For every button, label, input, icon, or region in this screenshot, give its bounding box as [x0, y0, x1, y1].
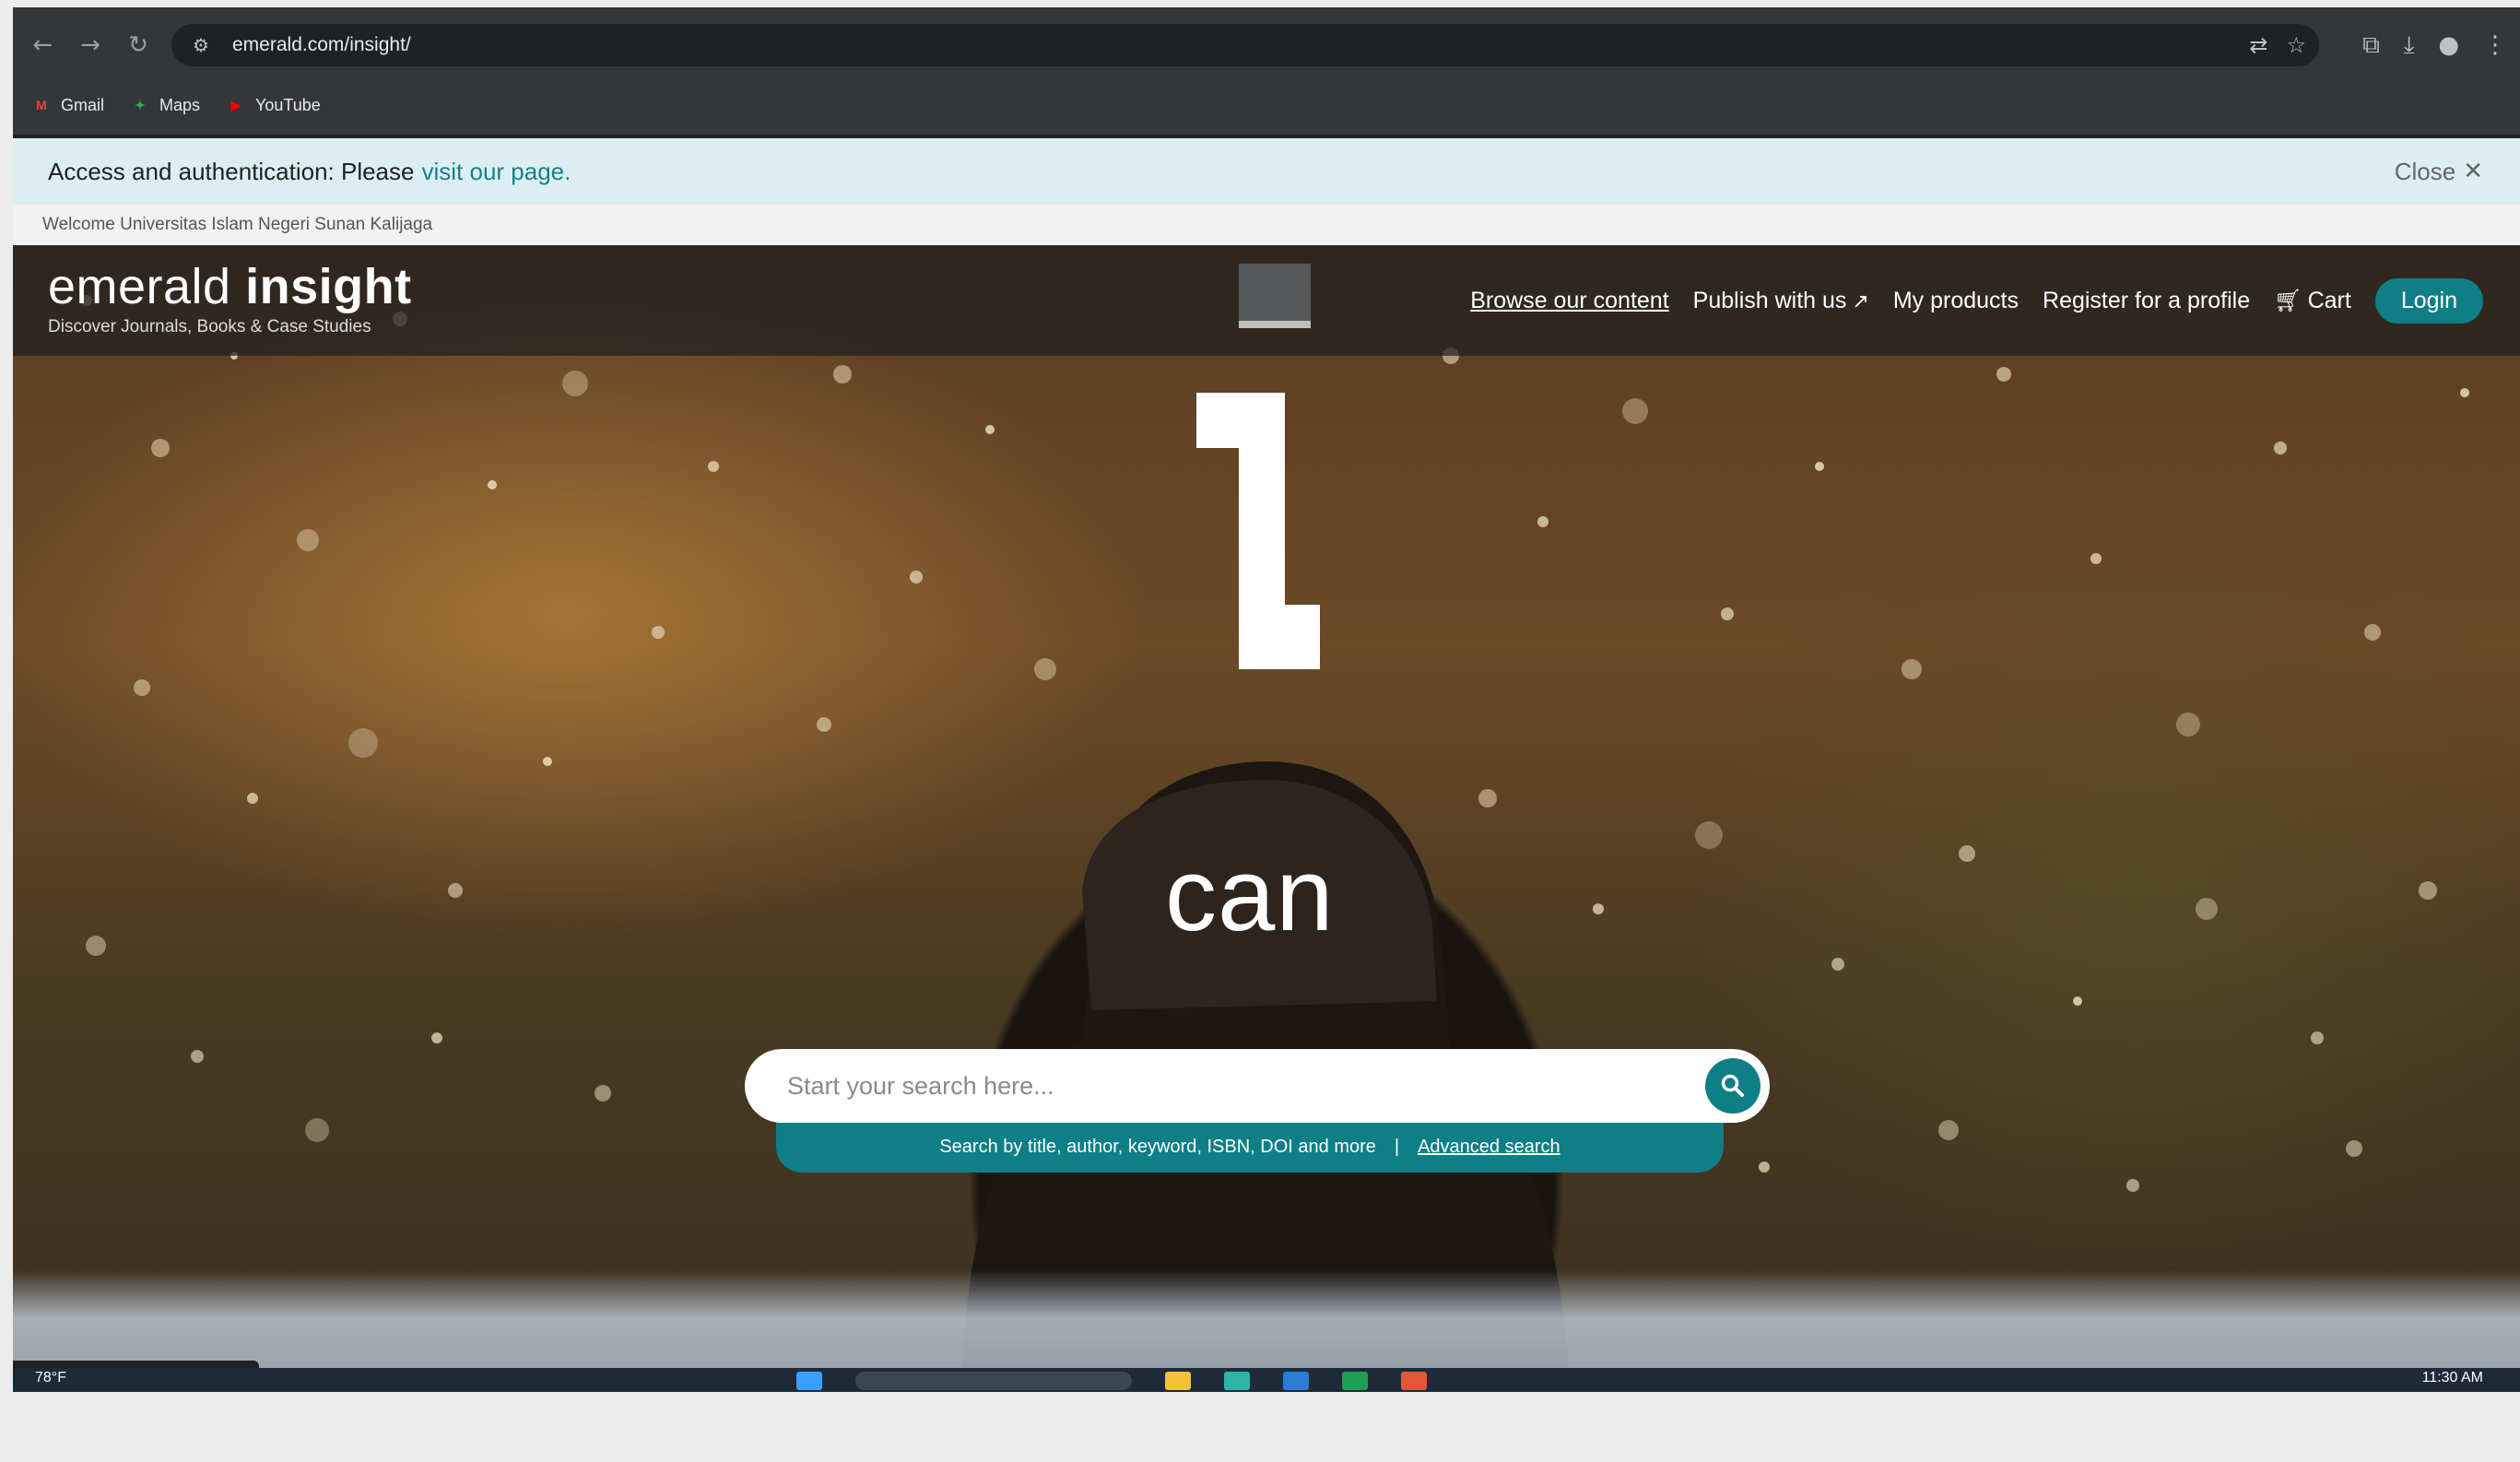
close-label: Close [2394, 157, 2456, 185]
my-products-link[interactable]: My products [1893, 288, 2019, 314]
bookmark-label: YouTube [255, 95, 321, 114]
access-banner-text: Access and authentication: Please [48, 157, 415, 185]
hero-section: emerald insight Discover Journals, Books… [13, 245, 2520, 1390]
login-button[interactable]: Login [2374, 277, 2483, 324]
search-icon [1721, 1074, 1744, 1097]
menu-kebab-icon[interactable]: ⋮ [2483, 31, 2507, 59]
bookmark-label: Maps [159, 95, 201, 114]
gmail-icon: M [36, 98, 47, 112]
taskbar-apps [796, 1372, 1427, 1390]
word-icon[interactable] [1283, 1372, 1309, 1390]
bookmark-youtube[interactable]: ▶ YouTube [226, 96, 321, 115]
browse-content-link[interactable]: Browse our content [1470, 288, 1668, 314]
search-button[interactable] [1705, 1058, 1760, 1114]
browser-toolbar: ← → ↻ ⚙ emerald.com/insight/ ⇄ ☆ ⧉ ⤓ ● ⋮ [13, 15, 2520, 76]
logo-bold-text: insight [245, 259, 412, 314]
cart-label: Cart [2307, 287, 2351, 313]
cart-link[interactable]: 🛒︎ Cart [2274, 288, 2351, 314]
system-clock: 11:30 AM [2421, 1370, 2483, 1385]
address-bar[interactable]: ⚙ emerald.com/insight/ ⇄ ☆ [171, 24, 2319, 66]
weather-widget[interactable]: 78°F [35, 1370, 66, 1386]
taskbar-search-icon[interactable] [855, 1372, 1132, 1390]
access-banner: Access and authentication: Please visit … [13, 138, 2520, 205]
bookmark-maps[interactable]: ✦ Maps [130, 96, 200, 115]
reload-icon[interactable]: ↻ [120, 27, 157, 64]
welcome-message: Welcome Universitas Islam Negeri Sunan K… [13, 205, 2520, 245]
search-hint-bar: Search by title, author, keyword, ISBN, … [776, 1121, 1724, 1173]
back-arrow-icon[interactable]: ← [24, 27, 61, 64]
publish-with-us-link[interactable]: Publish with us ↗ [1693, 288, 1869, 314]
site-info-icon[interactable]: ⚙ [186, 30, 216, 60]
excel-icon[interactable] [1342, 1372, 1368, 1390]
bookmarks-bar: M Gmail ✦ Maps ▶ YouTube [13, 76, 2520, 135]
close-icon: ✕ [2463, 158, 2483, 185]
windows-start-icon[interactable] [796, 1372, 822, 1390]
translate-icon[interactable]: ⇄ [2249, 32, 2267, 58]
search-bar [745, 1049, 1770, 1123]
logo-light-text: emerald [48, 259, 246, 314]
publish-label: Publish with us [1692, 287, 1847, 313]
logo-tagline: Discover Journals, Books & Case Studies [48, 317, 371, 336]
close-banner-button[interactable]: Close ✕ [2395, 138, 2483, 205]
tab-strip [13, 7, 2520, 15]
search-hint-text: Search by title, author, keyword, ISBN, … [939, 1136, 1376, 1157]
visit-page-link[interactable]: visit our page. [421, 158, 571, 186]
hero-letter-i-graphic [1196, 264, 1320, 669]
youtube-icon: ▶ [230, 97, 241, 112]
web-page: Access and authentication: Please visit … [13, 138, 2520, 1390]
forward-arrow-icon[interactable]: → [72, 27, 109, 64]
emerald-insight-logo[interactable]: emerald insight Discover Journals, Books… [48, 258, 412, 337]
search-input[interactable] [785, 1070, 1665, 1102]
address-url[interactable]: emerald.com/insight/ [232, 34, 411, 56]
outer-background [0, 1392, 2520, 1462]
maps-icon: ✦ [135, 97, 146, 112]
chrome-icon[interactable] [1401, 1372, 1427, 1390]
os-taskbar: 78°F 11:30 AM [13, 1368, 2520, 1392]
advanced-search-link[interactable]: Advanced search [1418, 1137, 1560, 1158]
external-link-icon: ↗ [1852, 289, 1869, 313]
bookmark-star-icon[interactable]: ☆ [2286, 32, 2306, 58]
main-nav: Browse our content Publish with us ↗ My p… [1470, 245, 2483, 356]
extensions-icon[interactable]: ⧉ [2362, 31, 2380, 60]
cart-icon: 🛒︎ [2274, 287, 2302, 313]
screen: ← → ↻ ⚙ emerald.com/insight/ ⇄ ☆ ⧉ ⤓ ● ⋮… [13, 7, 2520, 1390]
hero-word: can [1165, 837, 1335, 952]
search-hint-separator: | [1394, 1136, 1400, 1157]
profile-icon[interactable]: ● [2438, 31, 2459, 59]
file-explorer-icon[interactable] [1165, 1372, 1191, 1390]
bookmark-label: Gmail [61, 95, 105, 114]
register-profile-link[interactable]: Register for a profile [2043, 288, 2250, 314]
edge-icon[interactable] [1224, 1372, 1250, 1390]
bookmark-gmail[interactable]: M Gmail [31, 96, 104, 115]
download-icon[interactable]: ⤓ [2404, 31, 2415, 60]
